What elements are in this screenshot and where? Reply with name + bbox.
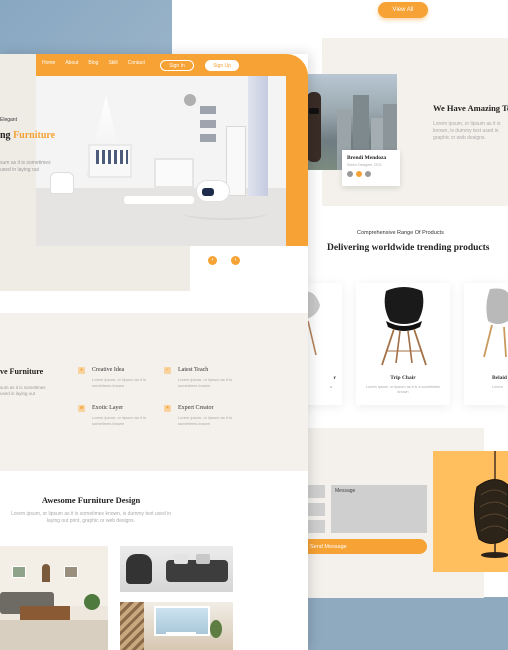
chair-icon bbox=[381, 287, 427, 366]
check-icon: ✓ bbox=[164, 367, 171, 374]
testimonial-role: Senior Designer, CEO bbox=[347, 163, 382, 167]
message-field[interactable]: Message bbox=[331, 485, 427, 533]
hanging-chair-icon bbox=[473, 451, 508, 558]
social-icons bbox=[347, 171, 395, 177]
product-name: Trip Chair bbox=[390, 375, 416, 381]
product-desc: Lorem bbox=[492, 385, 503, 389]
lightbulb-icon: ● bbox=[78, 367, 85, 374]
twitter-icon[interactable] bbox=[356, 171, 362, 177]
design-title: Awesome Furniture Design bbox=[41, 495, 141, 505]
feature-name: Creative Idea bbox=[92, 367, 125, 373]
nav-contact[interactable]: Contact bbox=[128, 60, 145, 66]
hero-title-accent: Furniture bbox=[13, 130, 56, 141]
facebook-icon[interactable] bbox=[347, 171, 353, 177]
back-page-footer-band bbox=[300, 597, 508, 650]
product-desc: Lorem ipsum, or lipsum as it is a someti… bbox=[366, 385, 440, 395]
features-text: sum as it is sometimes used in laying ou… bbox=[0, 385, 46, 397]
phone-field[interactable] bbox=[308, 520, 325, 533]
view-all-button[interactable]: View All bbox=[378, 2, 428, 18]
product-card[interactable]: Belaid Lorem bbox=[464, 283, 508, 405]
nav-about[interactable]: About bbox=[65, 60, 78, 66]
product-card[interactable]: Trip Chair Lorem ipsum, or lipsum as it … bbox=[356, 283, 450, 405]
testimonial-title: We Have Amazing Te bbox=[433, 103, 508, 113]
sign-up-button[interactable]: Sign Up bbox=[205, 60, 239, 71]
send-message-button[interactable]: Send Message bbox=[308, 539, 427, 554]
feature-name: Exotic Layer bbox=[92, 405, 124, 411]
hero-eyebrow: Elegant bbox=[0, 117, 17, 123]
feature-name: Latest Teach bbox=[178, 367, 209, 373]
product-desc: a bbox=[329, 385, 332, 389]
main-nav: Home About Blog Skill Contact bbox=[42, 60, 155, 66]
testimonial-card: Brendi Mendoza Senior Designer, CEO bbox=[342, 150, 400, 186]
hero-title: ng Furniture bbox=[0, 130, 55, 141]
nav-home[interactable]: Home bbox=[42, 60, 55, 66]
star-icon: ★ bbox=[164, 405, 171, 412]
features-title: ve Furniture bbox=[0, 367, 44, 376]
slider-controls: ‹ › bbox=[208, 256, 240, 265]
instagram-icon[interactable] bbox=[365, 171, 371, 177]
sign-in-button[interactable]: Sign In bbox=[160, 60, 194, 71]
design-text: Lorem ipsum, or lipsum as it is sometime… bbox=[10, 511, 172, 524]
hero-title-text: ng bbox=[0, 130, 14, 141]
hero-image bbox=[36, 76, 286, 246]
products-title: Delivering worldwide trending products bbox=[327, 243, 490, 253]
chair-icon bbox=[483, 288, 508, 358]
feature-desc: Lorem ipsum, or lipsum as it is sometime… bbox=[178, 377, 233, 388]
front-page-preview: Home About Blog Skill Contact Sign In Si… bbox=[0, 54, 308, 650]
testimonial-name: Brendi Mendoza bbox=[347, 155, 387, 161]
nav-blog[interactable]: Blog bbox=[88, 60, 98, 66]
layers-icon: ■ bbox=[78, 405, 85, 412]
feature-desc: Lorem ipsum, or lipsum as it is sometime… bbox=[178, 415, 233, 426]
feature-name: Expert Creator bbox=[178, 405, 214, 411]
hanging-chair-image bbox=[433, 451, 508, 572]
hero-text: sum as it is sometimes used in laying ou… bbox=[0, 160, 51, 173]
products-subtitle: Comprehensive Range Of Products bbox=[357, 230, 444, 236]
gallery-image-living-room[interactable] bbox=[0, 546, 108, 650]
feature-desc: Lorem ipsum, or lipsum as it is sometime… bbox=[92, 415, 147, 426]
feature-desc: Lorem ipsum, or lipsum as it is sometime… bbox=[92, 377, 147, 388]
testimonial-text: Lorem ipsum, or lipsum as it is known, i… bbox=[433, 121, 501, 141]
gallery-image-chairs[interactable] bbox=[120, 546, 233, 592]
next-slide-icon[interactable]: › bbox=[231, 256, 240, 265]
name-field[interactable] bbox=[308, 485, 325, 498]
nav-skill[interactable]: Skill bbox=[108, 60, 117, 66]
features-section: ve Furniture sum as it is sometimes used… bbox=[0, 313, 308, 471]
product-name: Belaid bbox=[492, 375, 507, 381]
gallery-image-workspace[interactable] bbox=[120, 602, 233, 650]
prev-slide-icon[interactable]: ‹ bbox=[208, 256, 217, 265]
email-field[interactable] bbox=[308, 503, 325, 516]
